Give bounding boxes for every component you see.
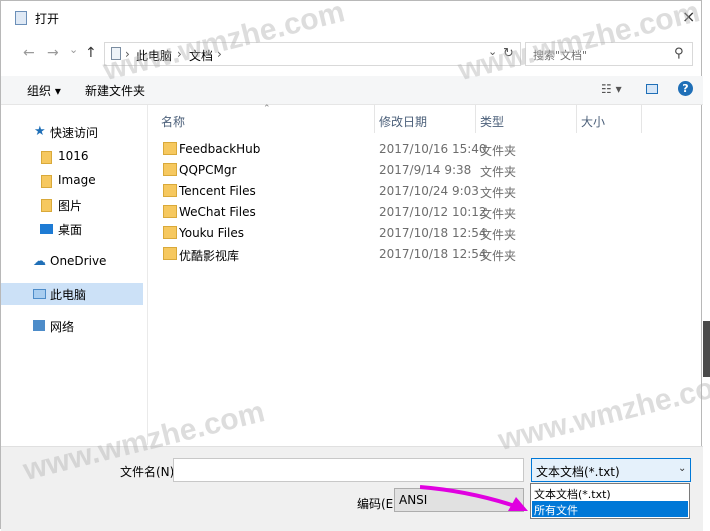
column-header-name[interactable]: 名称	[148, 105, 374, 133]
back-arrow-icon[interactable]: ←	[23, 45, 35, 61]
folder-icon	[41, 151, 52, 164]
file-date: 2017/10/24 9:03	[379, 184, 479, 198]
filetype-option-selected[interactable]: 所有文件	[532, 501, 688, 517]
file-type: 文件夹	[480, 228, 517, 242]
folder-icon	[163, 226, 177, 239]
change-view-icon[interactable]: ☷ ▾	[601, 82, 622, 96]
file-name: FeedbackHub	[179, 142, 261, 156]
folder-icon	[163, 184, 177, 197]
column-label: 修改日期	[379, 115, 428, 129]
column-label: 类型	[480, 115, 505, 129]
computer-icon	[33, 289, 46, 299]
folder-icon	[163, 163, 177, 176]
edge-scroll-handle[interactable]	[703, 321, 710, 377]
preview-pane-icon[interactable]	[646, 84, 658, 94]
table-row[interactable]: 优酷影视库 2017/10/18 12:54 文件夹	[157, 244, 697, 265]
column-separator[interactable]	[641, 105, 642, 133]
filename-label: 文件名(N):	[120, 465, 179, 479]
file-type: 文件夹	[480, 249, 517, 263]
recent-locations-icon[interactable]: ⌄	[69, 43, 78, 56]
navigation-pane: ★ 快速访问 1016 Image 图片 桌面 ☁ OneDrive 此电脑 网…	[1, 105, 147, 445]
folder-icon	[163, 247, 177, 260]
folder-icon	[41, 199, 52, 212]
filetype-value: 文本文档(*.txt)	[536, 465, 620, 479]
sidebar-item-onedrive[interactable]: ☁ OneDrive	[1, 251, 143, 273]
column-header-date[interactable]: 修改日期	[375, 105, 475, 133]
sidebar-item-image[interactable]: Image	[1, 170, 143, 192]
file-name: QQPCMgr	[179, 163, 237, 177]
file-date: 2017/10/18 12:54	[379, 247, 487, 261]
table-row[interactable]: Tencent Files 2017/10/24 9:03 文件夹	[157, 181, 697, 202]
desktop-icon	[40, 224, 53, 234]
sidebar-item-label: OneDrive	[50, 254, 107, 268]
sidebar-item-quick-access[interactable]: ★ 快速访问	[1, 121, 143, 143]
sidebar-item-label: 快速访问	[50, 126, 99, 140]
column-label: 大小	[581, 115, 606, 129]
table-row[interactable]: QQPCMgr 2017/9/14 9:38 文件夹	[157, 160, 697, 181]
pointer-arrow-annotation	[420, 485, 528, 511]
sidebar-item-label: 桌面	[58, 223, 83, 237]
file-date: 2017/9/14 9:38	[379, 163, 472, 177]
file-date: 2017/10/16 15:40	[379, 142, 487, 156]
folder-icon	[163, 142, 177, 155]
forward-arrow-icon[interactable]: →	[47, 45, 59, 61]
filetype-dropdown-list: 文本文档(*.txt) 所有文件	[530, 483, 690, 519]
sidebar-item-desktop[interactable]: 桌面	[1, 218, 143, 240]
file-type: 文件夹	[480, 207, 517, 221]
table-row[interactable]: WeChat Files 2017/10/12 10:12 文件夹	[157, 202, 697, 223]
file-date: 2017/10/12 10:12	[379, 205, 487, 219]
sidebar-item-label: 网络	[50, 320, 75, 334]
sidebar-item-label: 图片	[58, 199, 83, 213]
sidebar-item-network[interactable]: 网络	[1, 315, 143, 337]
arrow-shaft	[420, 485, 519, 509]
file-name: WeChat Files	[179, 205, 256, 219]
help-icon[interactable]: ?	[678, 81, 693, 96]
chevron-down-icon[interactable]: ⌄	[678, 463, 686, 474]
file-date: 2017/10/18 12:54	[379, 226, 487, 240]
file-type: 文件夹	[480, 165, 517, 179]
file-type: 文件夹	[480, 186, 517, 200]
column-header-size[interactable]: 大小	[577, 105, 641, 133]
column-header-type[interactable]: 类型	[476, 105, 576, 133]
folder-icon	[163, 205, 177, 218]
folder-icon	[41, 175, 52, 188]
network-icon	[33, 320, 45, 331]
star-icon: ★	[34, 124, 46, 139]
option-label: 文本文档(*.txt)	[534, 488, 611, 501]
window-title: 打开	[35, 12, 60, 26]
option-label: 所有文件	[534, 504, 578, 517]
table-row[interactable]: FeedbackHub 2017/10/16 15:40 文件夹	[157, 139, 697, 160]
sidebar-item-this-pc[interactable]: 此电脑	[1, 283, 143, 305]
column-label: 名称	[161, 115, 186, 129]
sidebar-item-label: 1016	[58, 149, 89, 163]
table-row[interactable]: Youku Files 2017/10/18 12:54 文件夹	[157, 223, 697, 244]
filetype-select[interactable]: 文本文档(*.txt) ⌄	[531, 458, 691, 482]
filetype-option[interactable]: 文本文档(*.txt)	[532, 485, 688, 501]
file-name: Tencent Files	[179, 184, 256, 198]
file-name: Youku Files	[179, 226, 245, 240]
up-arrow-icon[interactable]: ↑	[85, 45, 97, 61]
sidebar-item-label: Image	[58, 173, 96, 187]
file-type: 文件夹	[480, 144, 517, 158]
pane-divider[interactable]	[147, 105, 148, 445]
file-name: 优酷影视库	[179, 249, 240, 263]
filename-input[interactable]: ⌄	[173, 458, 690, 482]
organize-button[interactable]: 组织 ▾	[27, 82, 61, 99]
notepad-icon	[15, 11, 27, 25]
search-icon[interactable]: ⚲	[674, 46, 684, 61]
cloud-icon: ☁	[33, 254, 46, 269]
sidebar-item-label: 此电脑	[50, 288, 87, 302]
sidebar-item-1016[interactable]: 1016	[1, 146, 143, 168]
sidebar-item-pictures[interactable]: 图片	[1, 194, 143, 216]
